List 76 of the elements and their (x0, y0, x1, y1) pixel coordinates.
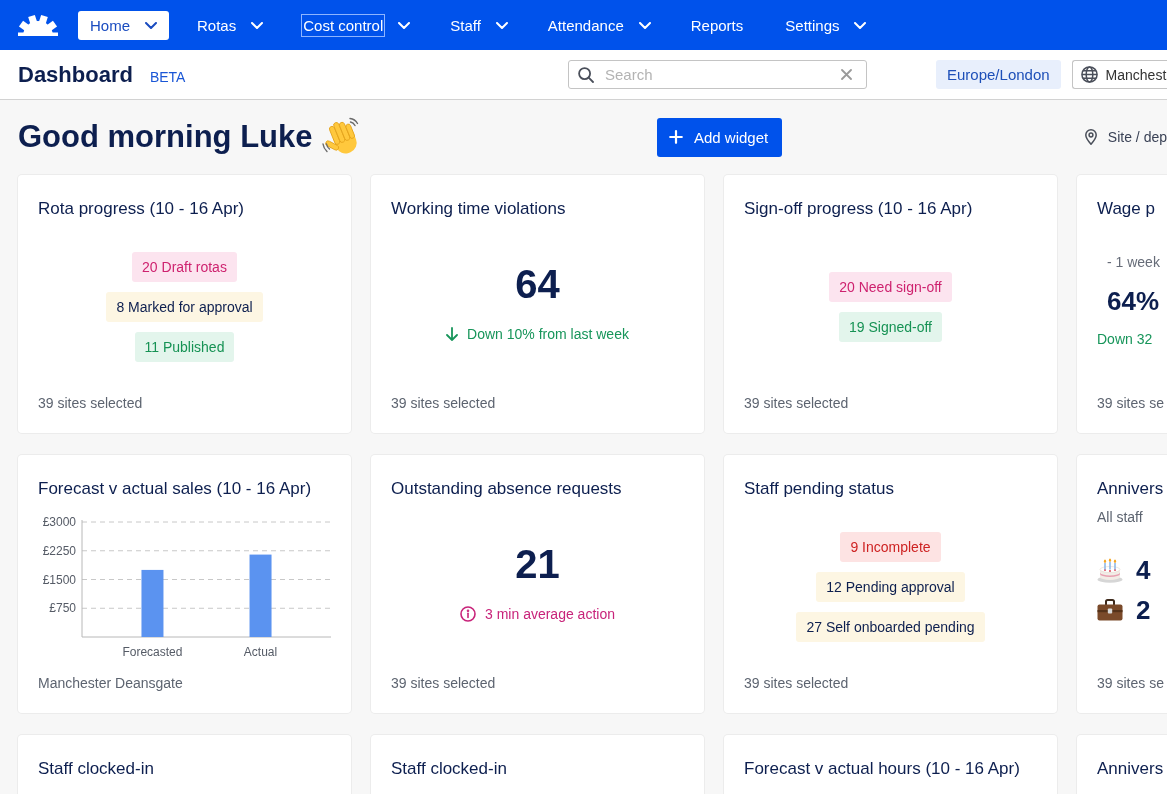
card-title: Annivers (1097, 759, 1165, 779)
briefcase-icon (1097, 599, 1123, 621)
card-title: Sign-off progress (10 - 16 Apr) (744, 199, 974, 219)
card-subtitle: All staff (1097, 509, 1144, 525)
nav-menu-button[interactable]: Settings (773, 10, 879, 40)
beta-label: BETA (149, 68, 186, 85)
card-footer: 39 sites selected (744, 675, 1037, 691)
card-title: Forecast v actual sales (10 - 16 Apr) (38, 479, 313, 499)
card-title: Outstanding absence requests (391, 479, 623, 499)
card-footer: 39 sites selected (391, 675, 684, 691)
chevron-down-icon (854, 21, 867, 29)
add-widget-button[interactable]: Add widget (657, 117, 783, 157)
page-title: Dashboard (18, 61, 133, 88)
chevron-down-icon (495, 21, 508, 29)
card-footer: 39 sites se (1097, 675, 1167, 691)
card-footer: 39 sites selected (744, 395, 1037, 411)
big-number: 64 (515, 261, 560, 307)
card-footer: 39 sites selected (391, 395, 684, 411)
card-title: Forecast v actual hours (10 - 16 Apr) (744, 759, 1021, 779)
timezone-badge: Europe/London (936, 60, 1061, 89)
chevron-down-icon (638, 21, 651, 29)
axis-label: Forecasted (122, 645, 183, 659)
axis-label: £3000 (42, 515, 76, 529)
trend-text: Down 10% from last week (467, 325, 629, 343)
chevron-down-icon (251, 21, 264, 29)
change-text: Down 32 (1097, 330, 1154, 348)
chevron-down-icon (145, 21, 157, 29)
axis-label: £2250 (42, 543, 76, 558)
globe-icon (1080, 66, 1098, 83)
location-selector[interactable]: Manchest (1071, 60, 1167, 89)
card-title: Annivers (1097, 479, 1165, 499)
card-title: Staff clocked-in (391, 759, 508, 779)
big-number: 21 (515, 541, 560, 587)
status-pill: 9 Incomplete (840, 532, 941, 562)
axis-label: £750 (49, 601, 76, 616)
card-title: Staff clocked-in (38, 759, 155, 779)
status-pill: 8 Marked for approval (106, 292, 263, 322)
count-value: 2 (1136, 594, 1151, 626)
period-label: - 1 week (1106, 253, 1161, 271)
card-footer: 39 sites se (1097, 395, 1167, 411)
status-pill: 19 Signed-off (839, 312, 942, 342)
card-title: Rota progress (10 - 16 Apr) (38, 199, 245, 219)
status-pill: 27 Self onboarded pending (796, 612, 985, 642)
search-icon (578, 67, 594, 83)
card-title: Working time violations (391, 199, 567, 219)
cake-icon (1097, 557, 1123, 583)
close-icon[interactable] (841, 69, 852, 80)
nav-menu-button[interactable]: Staff (438, 10, 520, 40)
nav-menu-button[interactable]: Attendance (535, 10, 663, 40)
axis-label: £1500 (42, 572, 76, 587)
card-footer: 39 sites selected (38, 395, 331, 411)
arrow-down-icon (446, 327, 459, 341)
nav-menu-button[interactable]: Home (78, 10, 169, 40)
axis-label: Actual (243, 645, 278, 659)
nav-menu-button[interactable]: Reports (678, 10, 758, 40)
nav-menu-button[interactable]: Rotas (185, 10, 276, 40)
search-field[interactable]: Search (568, 60, 867, 89)
status-pill: 20 Need sign-off (829, 272, 952, 302)
info-icon (460, 606, 476, 622)
site-filter[interactable]: Site / dep (1084, 129, 1167, 145)
plus-icon (669, 130, 683, 144)
chart-bar (141, 569, 164, 637)
status-pill: 20 Draft rotas (132, 252, 237, 282)
count-value: 4 (1136, 554, 1151, 586)
percentage-value: 64% (1106, 285, 1161, 317)
note-text: 3 min average action (485, 605, 615, 623)
card-title: Staff pending status (744, 479, 895, 499)
status-pill: 11 Published (134, 332, 235, 362)
waving-hand-icon (320, 117, 361, 157)
greeting-heading: Good morning Luke (18, 118, 313, 156)
card-title: Wage p (1097, 199, 1156, 219)
map-pin-icon (1084, 129, 1097, 145)
card-footer: Manchester Deansgate (38, 675, 331, 691)
status-pill: 12 Pending approval (816, 572, 965, 602)
half-gear-logo[interactable] (18, 14, 58, 36)
chevron-down-icon (398, 21, 411, 29)
